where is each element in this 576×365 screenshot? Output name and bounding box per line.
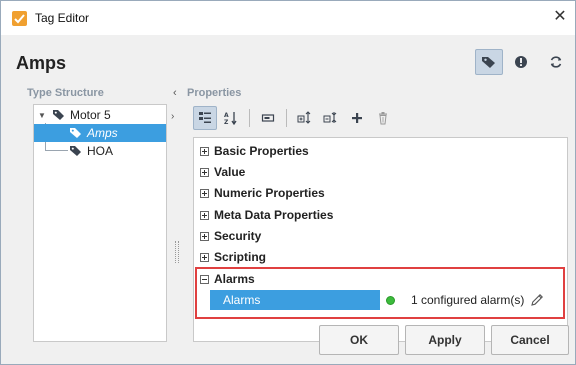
category-label: Alarms: [214, 272, 255, 286]
category-meta-data-properties[interactable]: Meta Data Properties: [200, 205, 333, 225]
tree-item-label: Motor 5: [70, 108, 111, 122]
tag-icon: [70, 146, 81, 156]
tag-icon: [482, 57, 495, 68]
tag-editor-window: Tag Editor ✕ Amps Type Structure ‹ Prope…: [0, 0, 576, 365]
category-label: Meta Data Properties: [214, 208, 334, 222]
add-button[interactable]: [345, 106, 369, 130]
category-label: Security: [214, 229, 262, 243]
category-label: Basic Properties: [214, 144, 309, 158]
status-indicator-icon: [386, 295, 395, 305]
expand-plus-icon[interactable]: [200, 146, 209, 156]
plus-icon: [352, 113, 362, 123]
categorized-view-button[interactable]: [193, 106, 217, 130]
collapse-minus-icon[interactable]: [200, 274, 209, 284]
type-structure-tree: ▼ Motor 5 Amps HOA: [33, 104, 167, 342]
delete-button[interactable]: [371, 106, 395, 130]
tag-icon: [53, 110, 64, 120]
edit-alarms-button[interactable]: [530, 293, 544, 307]
app-icon: [12, 11, 27, 26]
properties-panel: Basic Properties Value Numeric Propertie…: [193, 137, 568, 342]
window-title: Tag Editor: [35, 11, 90, 25]
category-alarms[interactable]: Alarms: [200, 269, 255, 289]
alert-button[interactable]: [512, 49, 530, 75]
category-basic-properties[interactable]: Basic Properties: [200, 141, 309, 161]
alert-icon: [515, 56, 527, 68]
pencil-icon: [531, 294, 544, 306]
refresh-button[interactable]: [545, 49, 567, 75]
expand-all-button[interactable]: [293, 106, 317, 130]
tag-view-button[interactable]: [475, 49, 503, 75]
ok-button[interactable]: OK: [319, 325, 399, 355]
expand-all-icon: [297, 111, 311, 124]
tree-item-motor-5[interactable]: ▼ Motor 5: [34, 106, 166, 124]
category-numeric-properties[interactable]: Numeric Properties: [200, 183, 325, 203]
toolbar-divider: [286, 109, 287, 127]
category-label: Value: [214, 165, 246, 179]
collapse-left-icon[interactable]: ‹: [173, 87, 177, 99]
collapse-all-button[interactable]: [319, 106, 343, 130]
sort-alphabetical-button[interactable]: AZ: [219, 106, 243, 130]
tree-item-label: Amps: [87, 126, 118, 140]
type-structure-label: Type Structure: [27, 87, 104, 99]
splitter-handle[interactable]: [175, 241, 179, 263]
tree-item-label: HOA: [87, 144, 114, 158]
apply-button[interactable]: Apply: [405, 325, 485, 355]
svg-text:A: A: [224, 112, 229, 119]
edit-value-button[interactable]: [256, 106, 280, 130]
category-security[interactable]: Security: [200, 226, 261, 246]
sort-az-icon: AZ: [224, 112, 237, 125]
expand-icon[interactable]: ▼: [38, 111, 50, 120]
title-bar: Tag Editor ✕: [1, 1, 575, 35]
svg-text:Z: Z: [224, 119, 229, 125]
category-value[interactable]: Value: [200, 162, 245, 182]
expand-right-icon[interactable]: ›: [171, 111, 174, 122]
properties-label: Properties: [187, 87, 242, 99]
page-title: Amps: [16, 53, 67, 73]
collapse-all-icon: [323, 112, 337, 123]
category-scripting[interactable]: Scripting: [200, 247, 266, 267]
expand-plus-icon[interactable]: [200, 167, 209, 177]
expand-plus-icon[interactable]: [200, 231, 209, 241]
tree-item-amps[interactable]: Amps: [34, 124, 166, 142]
property-value: 1 configured alarm(s): [411, 293, 525, 307]
refresh-icon: [550, 56, 562, 68]
trash-icon: [379, 112, 387, 125]
category-label: Numeric Properties: [214, 186, 325, 200]
categorized-icon: [199, 112, 211, 123]
expand-plus-icon[interactable]: [200, 210, 209, 220]
category-label: Scripting: [214, 250, 267, 264]
alarms-property-row[interactable]: Alarms 1 configured alarm(s): [210, 290, 558, 310]
property-name: Alarms: [210, 290, 380, 310]
tag-icon: [70, 128, 81, 138]
expand-plus-icon[interactable]: [200, 188, 209, 198]
cancel-button[interactable]: Cancel: [491, 325, 569, 355]
textbox-icon: [261, 114, 275, 122]
properties-toolbar: AZ: [193, 104, 395, 132]
toolbar-divider: [249, 109, 250, 127]
expand-plus-icon[interactable]: [200, 252, 209, 262]
tree-item-hoa[interactable]: HOA: [34, 142, 166, 160]
close-button[interactable]: ✕: [551, 7, 569, 27]
